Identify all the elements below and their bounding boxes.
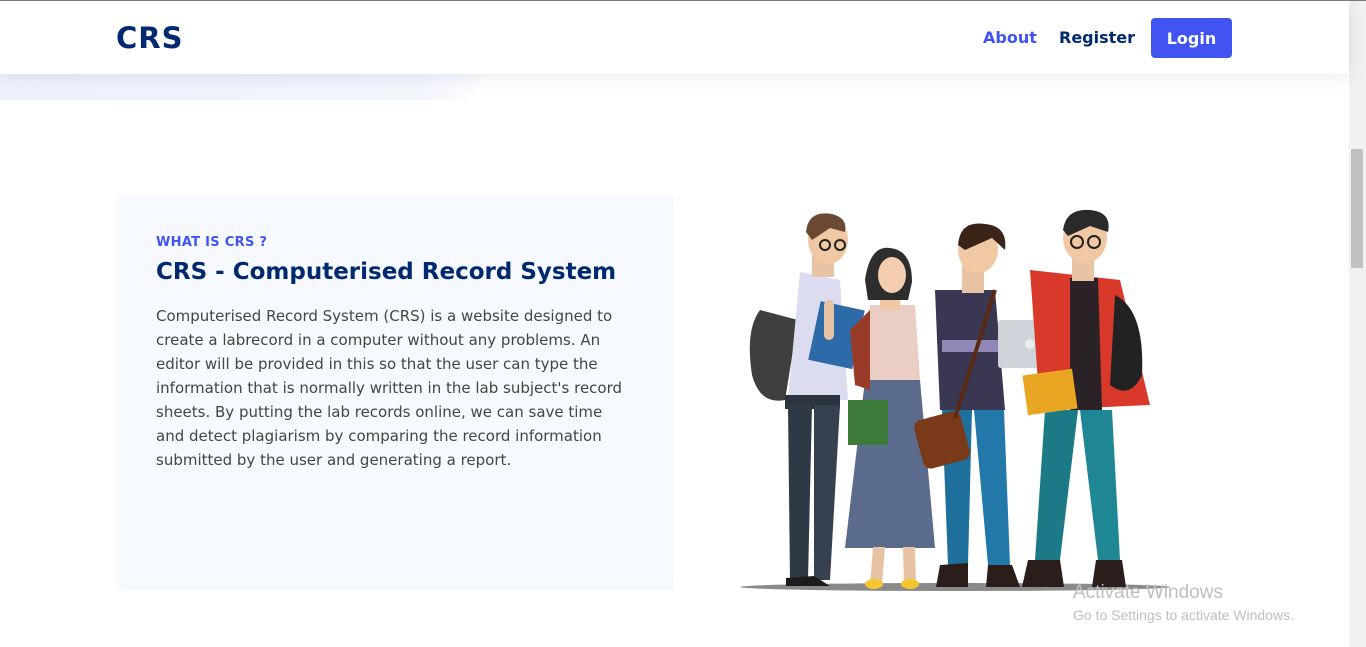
activation-title: Activate Windows [1073, 582, 1223, 603]
activation-subtitle: Go to Settings to activate Windows. [1073, 607, 1294, 623]
window-border [0, 0, 1366, 1]
login-button[interactable]: Login [1151, 18, 1232, 58]
scrollbar-thumb[interactable] [1351, 149, 1363, 268]
about-section: WHAT IS CRS ? CRS - Computerised Record … [116, 195, 674, 590]
about-title: CRS - Computerised Record System [156, 259, 617, 285]
windows-activation-watermark: Activate Windows Go to Settings to activ… [1073, 582, 1294, 625]
hero-background-fade [0, 74, 490, 100]
nav-link-register[interactable]: Register [1059, 28, 1135, 47]
about-description: Computerised Record System (CRS) is a we… [156, 307, 623, 469]
site-logo[interactable]: CRS [116, 21, 184, 55]
student-2 [845, 247, 935, 589]
students-illustration [740, 209, 1170, 591]
about-eyebrow: WHAT IS CRS ? [156, 235, 268, 250]
nav-link-about[interactable]: About [983, 28, 1037, 47]
scrollbar-track[interactable] [1349, 1, 1366, 647]
site-header: CRS About Register Login [0, 1, 1349, 74]
student-4 [1022, 209, 1150, 587]
